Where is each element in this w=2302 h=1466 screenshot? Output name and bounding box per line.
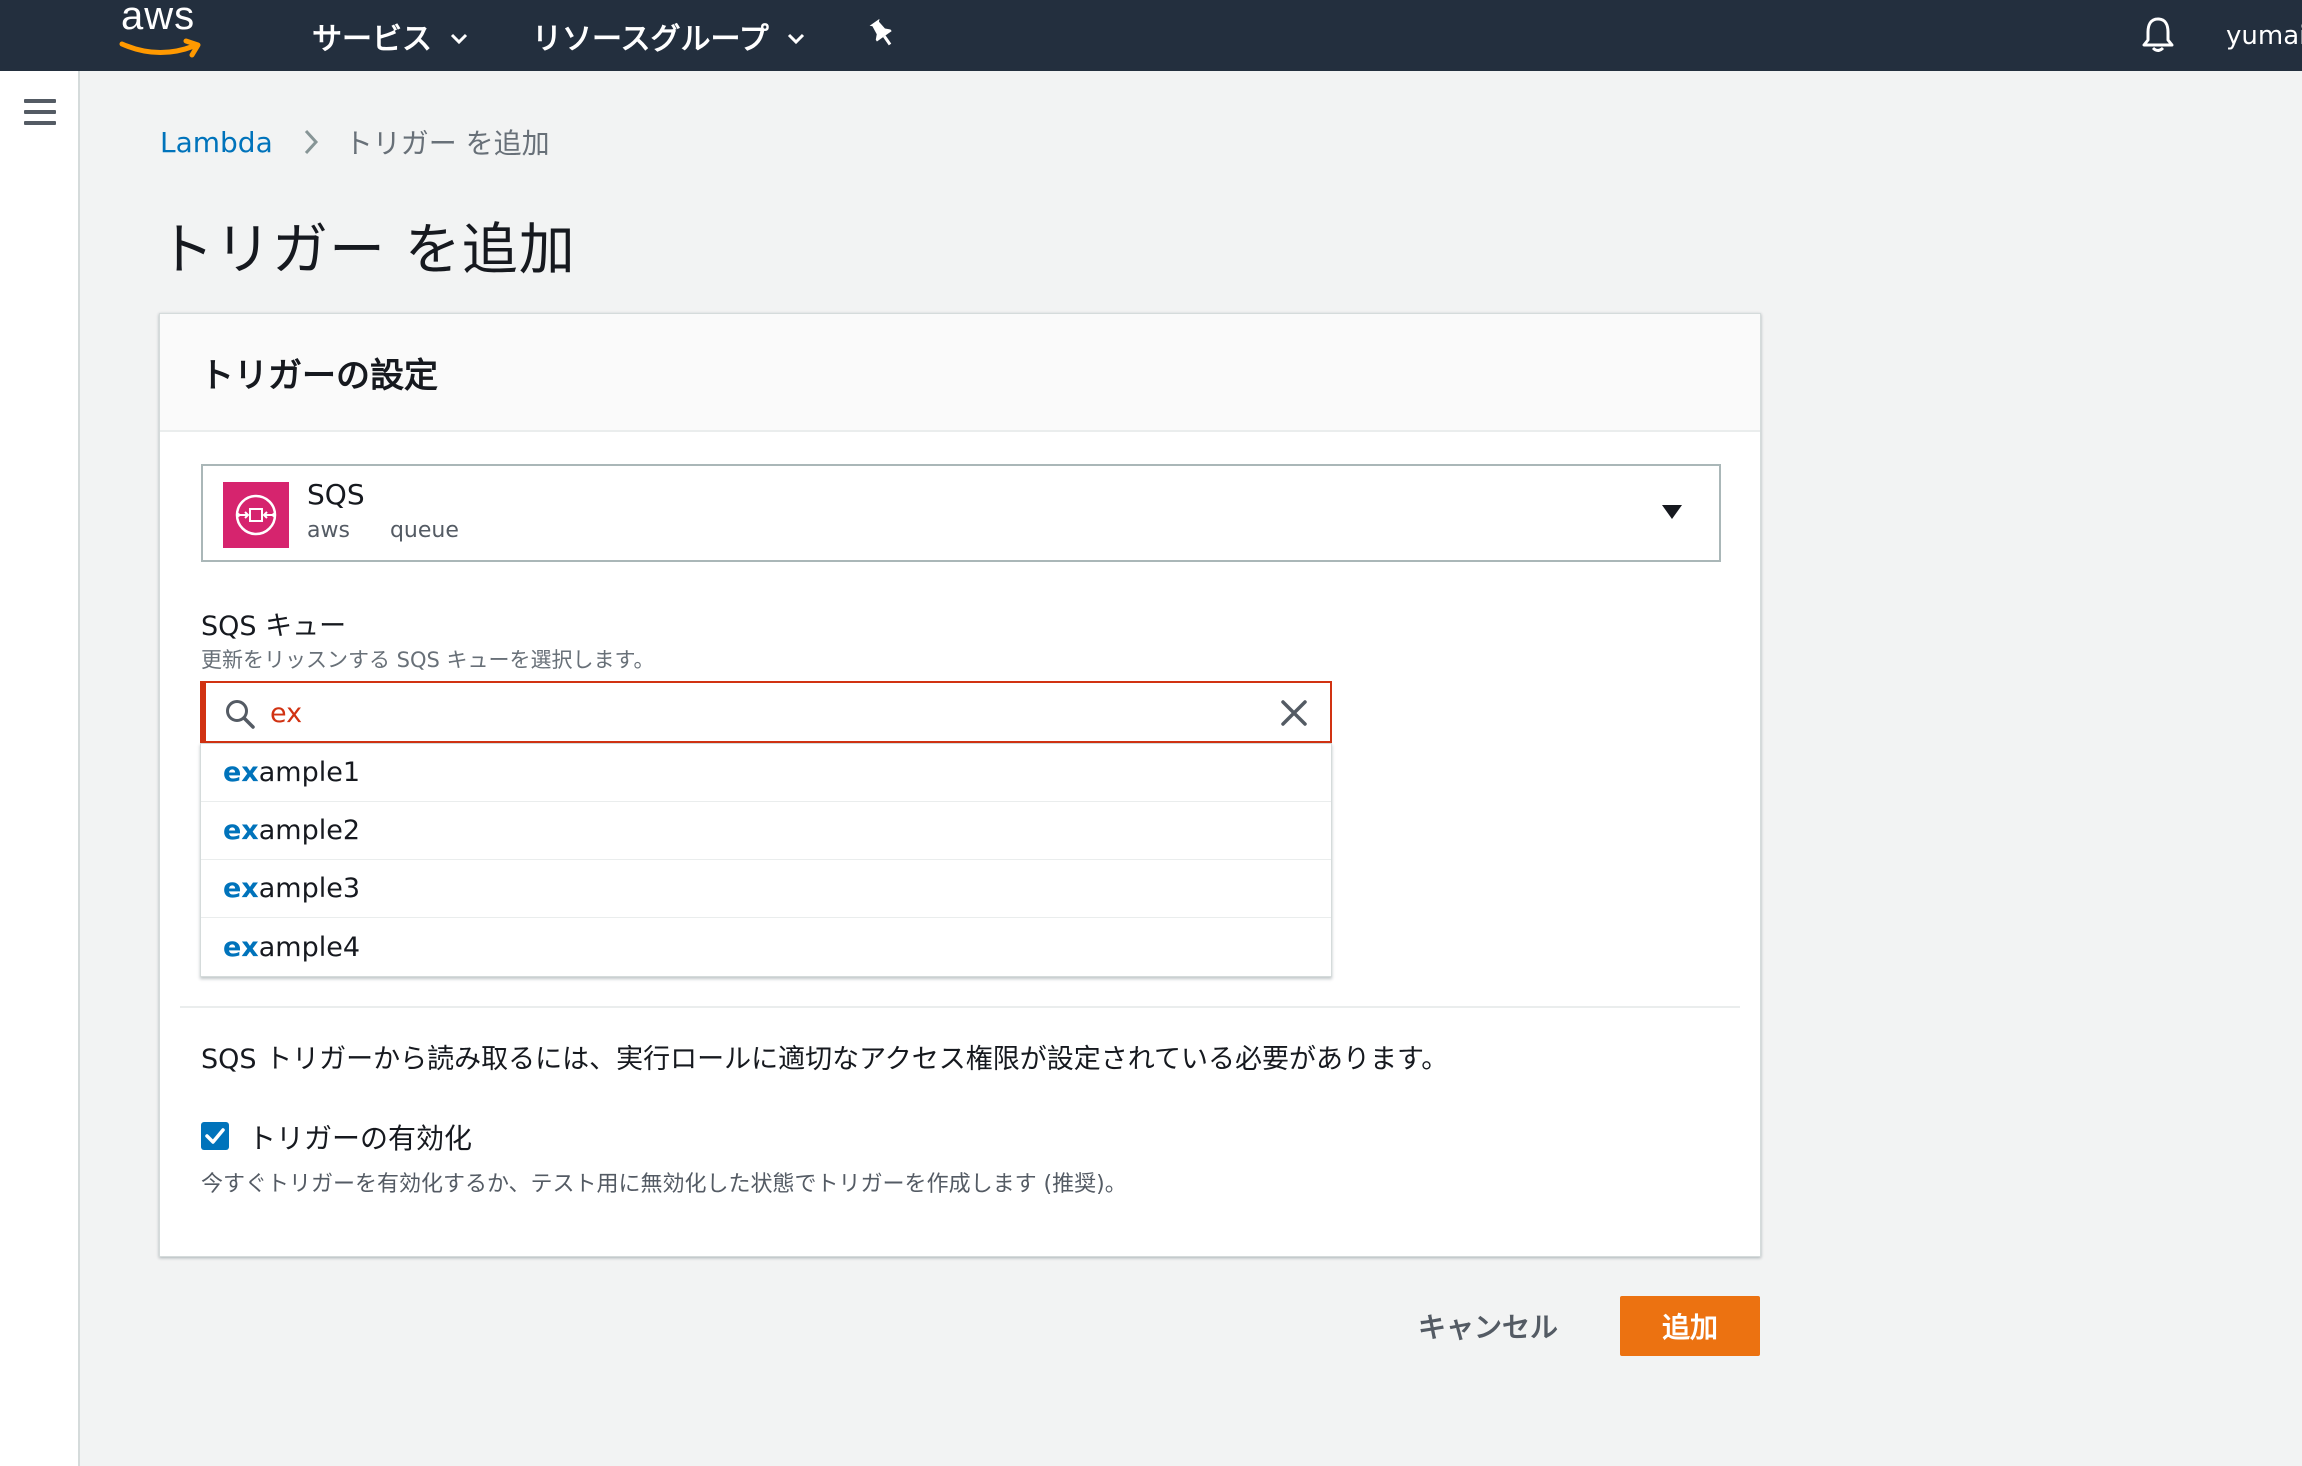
page-title: トリガー を追加 xyxy=(158,218,576,283)
services-menu-label: サービス xyxy=(312,21,432,57)
breadcrumb: Lambda トリガー を追加 xyxy=(160,122,550,162)
queue-option-example3[interactable]: ex ample3 xyxy=(201,860,1331,918)
service-tag: queue xyxy=(389,518,459,543)
trigger-config-panel: トリガーの設定 SQS aws queue SQS キュー 更新をリッスンする … xyxy=(159,313,1761,1257)
close-icon[interactable] xyxy=(1280,699,1308,727)
sqs-queue-search-input[interactable] xyxy=(270,691,1250,735)
queue-option-example4[interactable]: ex ample4 xyxy=(201,918,1331,976)
enable-trigger-label[interactable]: トリガーの有効化 xyxy=(248,1117,472,1157)
option-match: ex xyxy=(223,757,259,788)
panel-header: トリガーの設定 xyxy=(160,314,1760,432)
option-match: ex xyxy=(223,815,259,846)
aws-logo[interactable]: aws xyxy=(118,0,208,58)
sqs-queue-search xyxy=(200,681,1332,743)
permission-info-text: SQS トリガーから読み取るには、実行ロールに適切なアクセス権限が設定されている… xyxy=(201,1044,1449,1075)
chevron-down-icon xyxy=(787,18,805,53)
sqs-queue-description: 更新をリッスンする SQS キューを選択します。 xyxy=(201,648,655,672)
left-rail xyxy=(0,71,80,1466)
option-rest: ample4 xyxy=(258,931,361,963)
divider xyxy=(180,1006,1740,1008)
aws-smile-icon xyxy=(119,38,201,58)
hamburger-menu-icon[interactable] xyxy=(24,99,56,125)
add-button[interactable]: 追加 xyxy=(1620,1296,1760,1356)
resource-groups-menu-label: リソースグループ xyxy=(532,21,769,57)
option-rest: ample3 xyxy=(258,873,361,904)
caret-down-icon xyxy=(1661,504,1683,524)
chevron-right-icon xyxy=(303,128,319,156)
sqs-queue-dropdown: ex ample1 ex ample2 ex ample3 ex ample4 xyxy=(200,743,1332,977)
queue-option-example2[interactable]: ex ample2 xyxy=(201,802,1331,860)
enable-trigger-checkbox[interactable] xyxy=(201,1122,229,1150)
top-nav: aws サービス リソースグループ yumai xyxy=(0,0,2302,71)
pin-icon[interactable] xyxy=(866,17,898,49)
sqs-service-icon xyxy=(223,482,289,548)
user-menu-label: yumai xyxy=(2226,20,2302,51)
option-rest: ample1 xyxy=(258,757,361,788)
service-tags: aws queue xyxy=(307,518,499,543)
option-rest: ample2 xyxy=(258,815,361,846)
option-match: ex xyxy=(223,931,259,963)
search-icon xyxy=(224,698,256,730)
user-menu[interactable]: yumai xyxy=(2226,0,2302,71)
breadcrumb-lambda-link[interactable]: Lambda xyxy=(160,126,273,159)
panel-title: トリガーの設定 xyxy=(200,355,438,396)
services-menu[interactable]: サービス xyxy=(312,0,468,71)
breadcrumb-current: トリガー を追加 xyxy=(344,127,550,160)
option-match: ex xyxy=(223,873,259,904)
enable-trigger-description: 今すぐトリガーを有効化するか、テスト用に無効化した状態でトリガーを作成します (… xyxy=(201,1172,1127,1197)
chevron-down-icon xyxy=(450,18,468,53)
resource-groups-menu[interactable]: リソースグループ xyxy=(532,0,805,71)
bell-icon[interactable] xyxy=(2140,14,2176,54)
trigger-service-select[interactable]: SQS aws queue xyxy=(201,464,1721,562)
service-name: SQS xyxy=(307,478,365,511)
checkmark-icon xyxy=(205,1128,225,1144)
service-tag: aws xyxy=(307,518,350,543)
sqs-queue-label: SQS キュー xyxy=(201,611,347,642)
aws-logo-text: aws xyxy=(121,0,196,38)
queue-option-example1[interactable]: ex ample1 xyxy=(201,744,1331,802)
cancel-button[interactable]: キャンセル xyxy=(1398,1296,1578,1356)
